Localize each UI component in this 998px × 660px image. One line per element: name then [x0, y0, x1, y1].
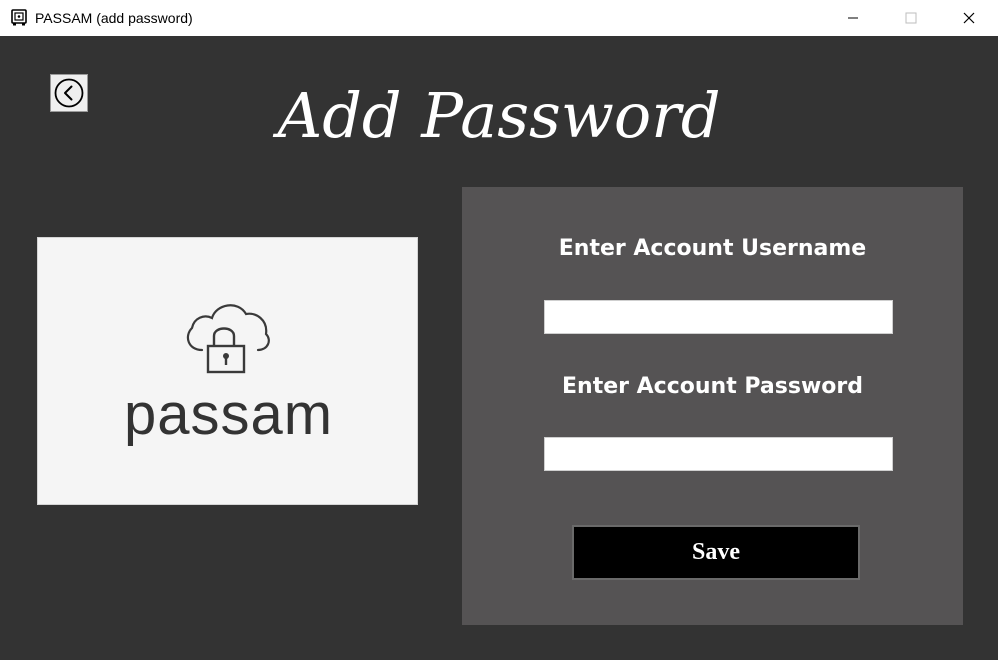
- username-label: Enter Account Username: [558, 236, 867, 261]
- window-title: PASSAM (add password): [35, 10, 193, 26]
- vault-icon: [11, 9, 27, 26]
- main-window: Add Password passam Enter Account Userna…: [0, 36, 998, 660]
- page-title: Add Password: [277, 79, 721, 152]
- minimize-button[interactable]: [830, 0, 876, 36]
- logo-text: passam: [123, 382, 334, 447]
- cloud-lock-icon: [180, 288, 276, 384]
- password-input[interactable]: [544, 437, 893, 471]
- close-button[interactable]: [946, 0, 992, 36]
- close-icon: [963, 12, 975, 24]
- form-panel: Enter Account Username Enter Account Pas…: [462, 187, 963, 625]
- maximize-button[interactable]: [888, 0, 934, 36]
- minimize-icon: [848, 17, 858, 19]
- maximize-icon: [905, 12, 917, 24]
- title-bar: PASSAM (add password): [0, 0, 998, 36]
- save-button[interactable]: Save: [572, 525, 860, 580]
- password-label: Enter Account Password: [562, 374, 863, 399]
- logo-panel: passam: [37, 237, 418, 505]
- username-input[interactable]: [544, 300, 893, 334]
